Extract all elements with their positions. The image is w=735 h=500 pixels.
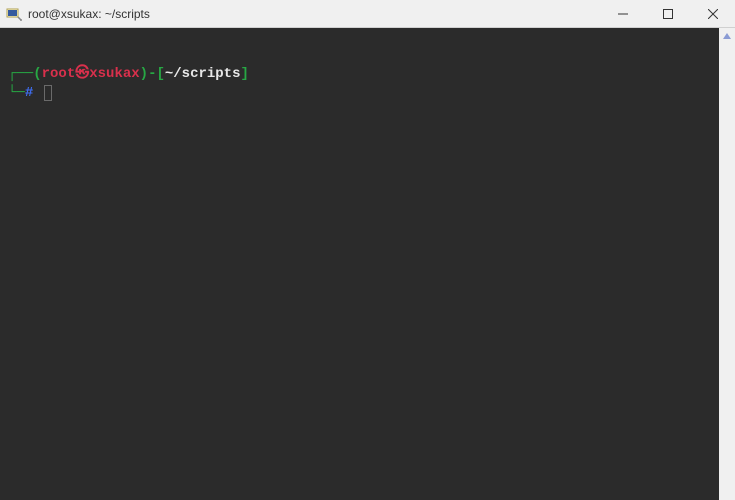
paren-close: ) (140, 66, 148, 82)
skull-icon: ㉿ (75, 66, 89, 82)
prompt-user: root (42, 66, 76, 82)
maximize-button[interactable] (645, 0, 690, 27)
path-bracket-open: [ (156, 66, 164, 82)
terminal[interactable]: ┌──(root㉿xsukax)-[~/scripts] └─# (0, 28, 719, 500)
terminal-wrap: ┌──(root㉿xsukax)-[~/scripts] └─# (0, 28, 735, 500)
prompt-corner-top: ┌── (8, 65, 33, 84)
prompt-corner-bottom: └─ (8, 84, 25, 103)
prompt-path: ~/scripts (165, 66, 241, 82)
titlebar: root@xsukax: ~/scripts (0, 0, 735, 28)
window-title: root@xsukax: ~/scripts (28, 7, 600, 21)
close-button[interactable] (690, 0, 735, 27)
paren-open: ( (33, 66, 41, 82)
path-bracket-close: ] (241, 66, 249, 82)
putty-icon (6, 6, 22, 22)
prompt-hash: # (25, 85, 33, 101)
cursor (44, 85, 52, 101)
scrollbar[interactable] (719, 28, 735, 500)
scroll-up-icon[interactable] (719, 28, 735, 44)
prompt-host: xsukax (89, 66, 139, 82)
minimize-button[interactable] (600, 0, 645, 27)
window-controls (600, 0, 735, 27)
